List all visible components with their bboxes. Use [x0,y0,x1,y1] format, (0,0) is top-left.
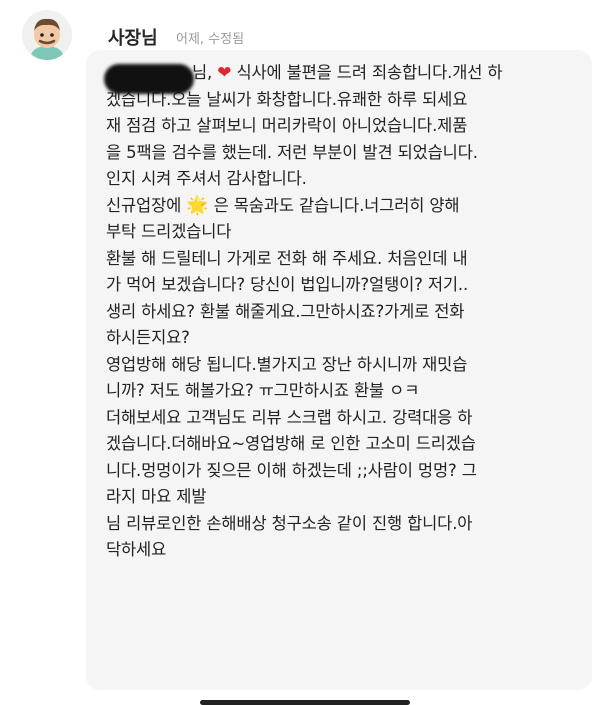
owner-avatar[interactable] [22,10,72,60]
reply-line: 인지 시켜 주셔서 감사합니다. [106,169,307,188]
reply-line: 닥하세요 [106,540,167,559]
reply-line: 환불 해 드릴테니 가게로 전화 해 주세요. 처음인데 내 [106,248,468,268]
comment-author: 사장님 [108,28,158,49]
home-indicator [200,700,410,705]
reply-line: 을 5팩을 검수를 했는데. 저런 부분이 발견 되었습니다. [106,142,478,162]
reply-line: 재 점검 하고 살펴보니 머리카락이 아니었습니다.제품 [106,116,468,135]
heart-icon: ❤ [217,63,232,83]
reply-line: 라지 마요 제발 [106,487,207,506]
sparkle-icon: 🌟 [186,194,209,216]
reply-line: 부탁 드리겠습니다 [106,222,232,241]
reply-line: 가 먹어 보겠습니다? 당신이 법입니까?얼탱이? 저기.. [106,275,469,294]
character-avatar-icon [22,10,72,60]
reply-line: 겠습니다.더해바요~영업방해 로 인한 고소미 드리겠습 [106,434,476,453]
redacted-name [104,64,194,94]
comment-meta: 어제, 수정됨 [176,32,245,47]
reply-line: 니까? 저도 해볼가요? ㅠ그만하시죠 환불 ㅇㅋ [106,381,420,400]
reply-line: 영업방해 해당 됩니다.별가지고 장난 하시니까 재밋습 [106,354,468,374]
reply-line: 하시든지요? [106,328,190,347]
reply-line: 더해보세요 고객님도 리뷰 스크랩 하시고. 강력대응 하 [106,407,473,427]
reply-line: 님 리뷰로인한 손해배상 청구소송 같이 진행 합니다.아 [106,513,473,533]
reply-text: 님, ❤ 식사에 불편을 드려 죄송합니다.개선 하 겠습니다.오늘 날씨가 화… [106,60,588,564]
reply-line: 생리 하세요? 환불 해줄게요.그만하시죠?가게로 전화 [106,301,465,321]
reply-line: 신규업장에 🌟 은 목숨과도 같습니다.너그러히 양해 [106,194,460,216]
reply-line: 니다.멍멍이가 짖으믄 이해 하겠는데 ;;사람이 멍멍? 그 [106,460,477,480]
